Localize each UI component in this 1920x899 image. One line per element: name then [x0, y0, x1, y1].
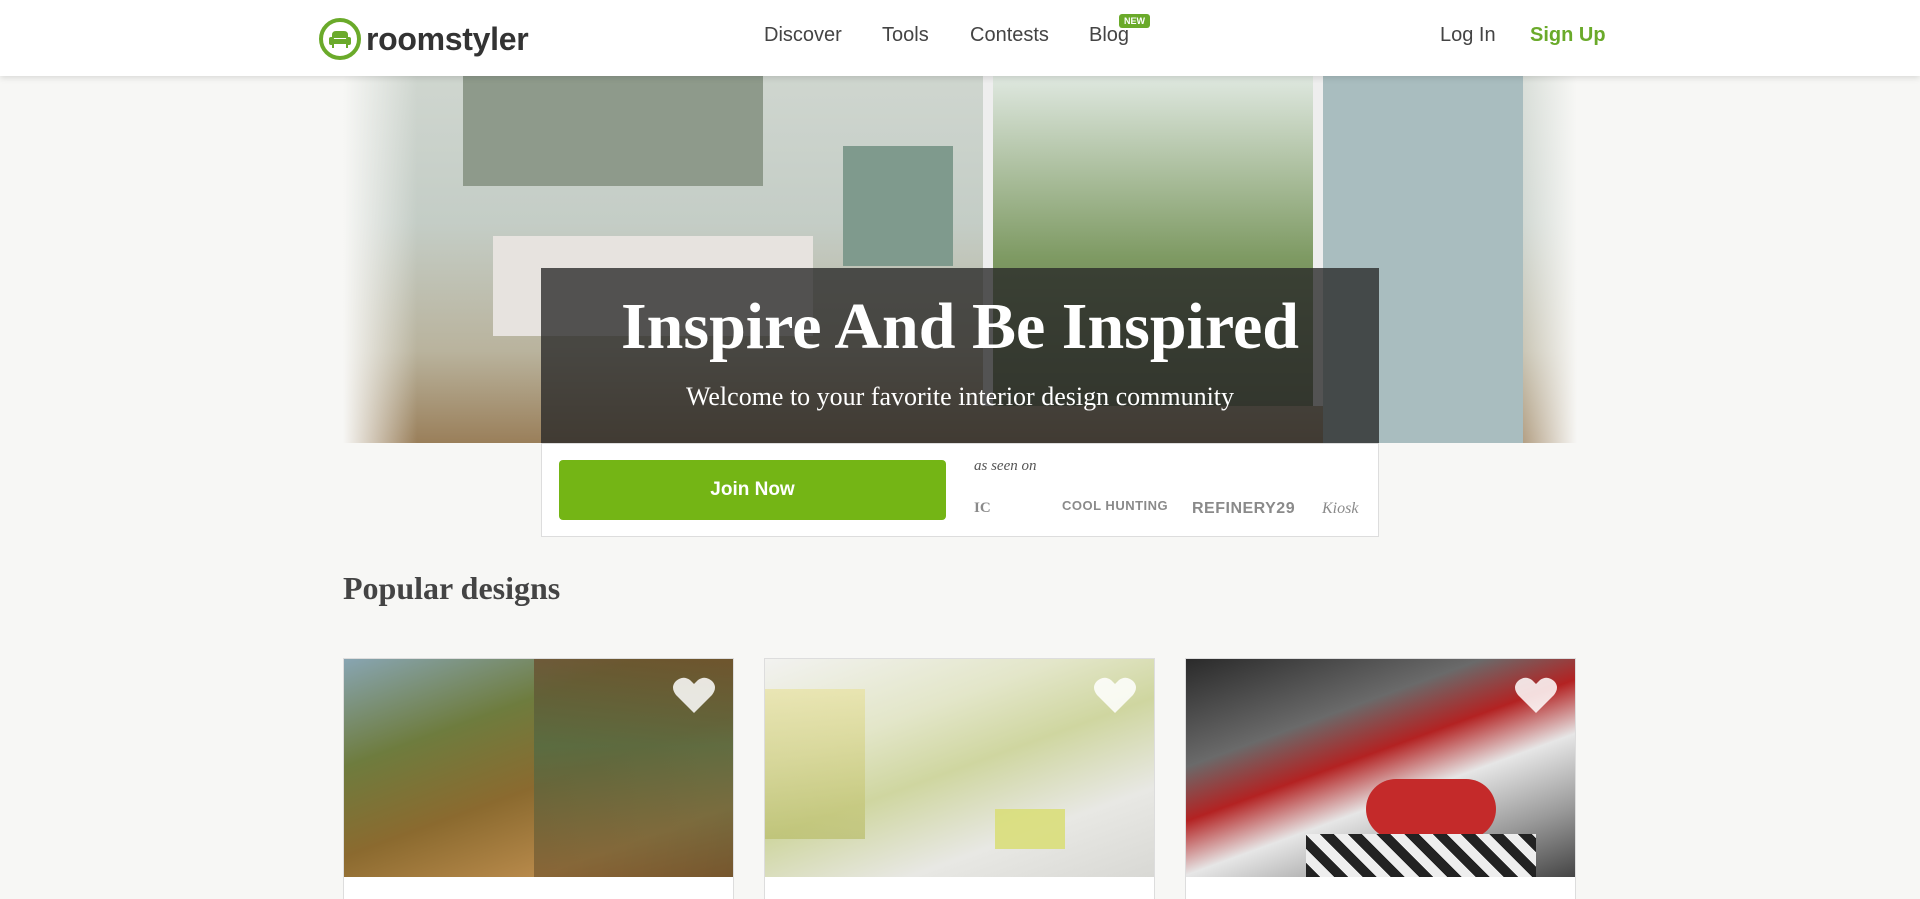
- heart-icon[interactable]: [1514, 675, 1558, 715]
- hero-cabinet: [463, 76, 763, 186]
- logo-text: roomstyler: [366, 20, 529, 57]
- nav-tools[interactable]: Tools: [882, 24, 929, 47]
- press-logo-ic: IC: [974, 500, 991, 516]
- press-logo-cool-hunting: COOL HUNTING: [1062, 498, 1169, 513]
- press-logo-refinery29: REFINERY29: [1192, 500, 1296, 517]
- design-card[interactable]: [1185, 658, 1576, 899]
- hero-banner: Inspire And Be Inspired Welcome to your …: [541, 268, 1379, 443]
- as-seen-on-label: as seen on: [974, 458, 1037, 474]
- new-badge: NEW: [1119, 14, 1150, 28]
- popular-designs-title: Popular designs: [343, 570, 561, 606]
- armchair-icon: [319, 18, 361, 60]
- roomstyler-logo[interactable]: roomstyler: [319, 18, 529, 60]
- login-link[interactable]: Log In: [1440, 24, 1496, 47]
- join-now-button[interactable]: Join Now: [559, 460, 946, 520]
- top-header: roomstyler Discover Tools Contests Blog …: [0, 0, 1920, 76]
- hero-subtitle: Welcome to your favorite interior design…: [685, 382, 1235, 411]
- nav-discover[interactable]: Discover: [764, 24, 842, 47]
- design-card[interactable]: [343, 658, 734, 899]
- heart-icon[interactable]: [672, 675, 716, 715]
- design-card[interactable]: [764, 658, 1155, 899]
- signup-link[interactable]: Sign Up: [1530, 24, 1606, 47]
- press-logo-kiosk: Kiosk: [1322, 500, 1359, 517]
- cta-box: Join Now as seen on IC COOL HUNTING REFI…: [541, 443, 1379, 537]
- hero-title: Inspire And Be Inspired: [621, 290, 1299, 363]
- heart-icon[interactable]: [1093, 675, 1137, 715]
- nav-contests[interactable]: Contests: [970, 24, 1049, 47]
- hero-dresser: [843, 146, 953, 266]
